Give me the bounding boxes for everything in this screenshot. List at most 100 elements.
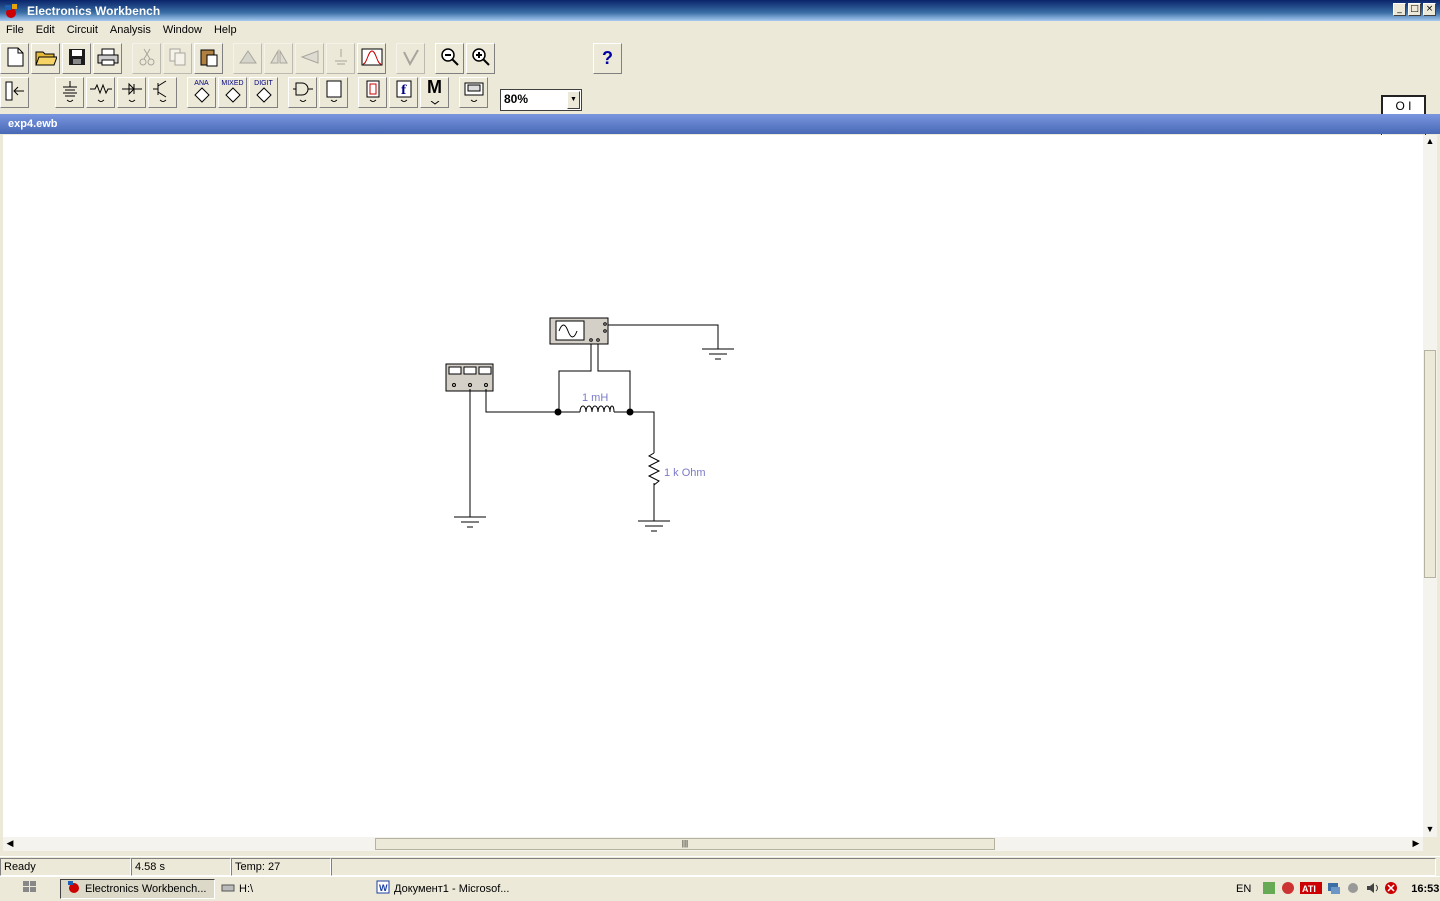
language-indicator[interactable]: EN xyxy=(1236,883,1251,895)
maximize-button[interactable]: □ xyxy=(1408,3,1421,16)
miscellaneous-bin-button[interactable]: M xyxy=(420,77,449,108)
basic-bin-button[interactable] xyxy=(86,77,115,108)
diodes-bin-button[interactable] xyxy=(117,77,146,108)
resistor-bin-icon xyxy=(89,80,113,105)
volume-icon[interactable] xyxy=(1365,881,1379,898)
minimize-button[interactable]: _ xyxy=(1393,3,1406,16)
sources-bin-icon xyxy=(59,80,81,105)
inductor[interactable] xyxy=(579,405,615,413)
mixed-ic-icon xyxy=(223,86,243,106)
horizontal-scrollbar[interactable]: ◀ ||| ▶ xyxy=(3,837,1423,851)
digital-ics-label: DIGIT xyxy=(254,79,273,87)
indicators-bin-button[interactable] xyxy=(358,77,387,108)
menu-help[interactable]: Help xyxy=(208,24,243,36)
ati-icon[interactable]: ATI xyxy=(1300,881,1323,897)
menu-window[interactable]: Window xyxy=(157,24,208,36)
clipboard-icon xyxy=(200,47,218,70)
document-title-bar[interactable]: exp4.ewb xyxy=(0,114,1440,134)
mixed-ics-bin-button[interactable]: MIXED xyxy=(218,77,247,108)
svg-text:ATI: ATI xyxy=(1302,884,1316,894)
scroll-down-icon[interactable]: ▼ xyxy=(1423,823,1437,837)
help-button[interactable]: ? xyxy=(593,43,622,74)
scroll-right-icon[interactable]: ▶ xyxy=(1409,837,1423,851)
ground-symbol[interactable] xyxy=(454,516,486,528)
menu-bar: File Edit Circuit Analysis Window Help xyxy=(0,21,1440,39)
menu-analysis[interactable]: Analysis xyxy=(104,24,157,36)
counter-ic-icon xyxy=(323,80,345,105)
printer-icon xyxy=(97,48,119,69)
menu-file[interactable]: File xyxy=(0,24,30,36)
zoom-out-button[interactable] xyxy=(435,43,464,74)
taskbar-task-explorer[interactable]: H:\ xyxy=(215,879,370,899)
new-file-button[interactable] xyxy=(0,43,29,74)
vertical-scroll-thumb[interactable] xyxy=(1424,350,1436,578)
flip-vertical-button[interactable] xyxy=(295,43,324,74)
circuit-canvas[interactable]: 1 mH 1 k Ohm xyxy=(3,135,1423,837)
analog-ic-icon xyxy=(192,86,212,106)
subcircuit-button[interactable] xyxy=(326,43,355,74)
function-generator[interactable] xyxy=(445,363,494,392)
horizontal-scroll-thumb[interactable]: ||| xyxy=(375,838,995,850)
instrument-icon xyxy=(463,80,485,105)
misc-label: M xyxy=(427,76,442,97)
junction-node xyxy=(626,408,634,416)
main-toolbar: 80% ▼ ? O I Pause xyxy=(0,43,1426,151)
transistor-bin-icon xyxy=(152,80,174,105)
network-icon[interactable] xyxy=(1327,881,1341,898)
status-extra xyxy=(331,857,1436,876)
ground-symbol[interactable] xyxy=(702,348,734,360)
tray-app-icon[interactable] xyxy=(1281,881,1295,898)
flip-horizontal-icon xyxy=(269,49,289,68)
mixed-ics-label: MIXED xyxy=(221,79,244,87)
digital-bin-button[interactable] xyxy=(319,77,348,108)
instruments-bin-button[interactable] xyxy=(459,77,488,108)
resistor[interactable] xyxy=(647,452,661,486)
taskbar-task-ewb[interactable]: Electronics Workbench... xyxy=(60,878,215,899)
status-bar: Ready 4.58 s Temp: 27 xyxy=(0,856,1440,876)
save-button[interactable] xyxy=(62,43,91,74)
word-doc-icon: W xyxy=(376,880,390,897)
flip-vertical-icon xyxy=(300,49,320,68)
new-file-icon xyxy=(6,47,24,70)
task-label: Electronics Workbench... xyxy=(85,882,207,895)
scroll-up-icon[interactable]: ▲ xyxy=(1423,135,1437,149)
scroll-left-icon[interactable]: ◀ xyxy=(3,837,17,851)
copy-button[interactable] xyxy=(163,43,192,74)
zoom-in-button[interactable] xyxy=(466,43,495,74)
title-bar[interactable]: Electronics Workbench _ □ × xyxy=(0,0,1440,21)
graph-button[interactable] xyxy=(357,43,386,74)
menu-circuit[interactable]: Circuit xyxy=(61,24,104,36)
rotate-icon xyxy=(238,49,258,68)
cut-button[interactable] xyxy=(132,43,161,74)
clock[interactable]: 16:53 xyxy=(1411,883,1439,895)
taskbar-task-word[interactable]: W Документ1 - Microsof... xyxy=(370,879,530,899)
close-button[interactable]: × xyxy=(1423,3,1436,16)
parts-bin-toolbar: ANA MIXED DIGIT f M xyxy=(0,77,1370,112)
transistors-bin-button[interactable] xyxy=(148,77,177,108)
sources-bin-button[interactable] xyxy=(55,77,84,108)
menu-edit[interactable]: Edit xyxy=(30,24,61,36)
ground-symbol[interactable] xyxy=(638,520,670,532)
resistor-label: 1 k Ohm xyxy=(664,467,706,479)
vertical-scrollbar[interactable]: ▲ ▼ xyxy=(1423,135,1437,837)
component-properties-button[interactable] xyxy=(396,43,425,74)
tray-app-icon[interactable] xyxy=(1262,881,1276,898)
favorites-bin-button[interactable] xyxy=(0,77,29,108)
tray-app-icon[interactable] xyxy=(1346,881,1360,898)
status-state: Ready xyxy=(0,857,131,876)
controls-bin-button[interactable]: f xyxy=(389,77,418,108)
status-time: 4.58 s xyxy=(131,857,231,876)
app-window: Electronics Workbench _ □ × File Edit Ci… xyxy=(0,0,1440,900)
analog-ics-bin-button[interactable]: ANA xyxy=(187,77,216,108)
flip-horizontal-button[interactable] xyxy=(264,43,293,74)
oscilloscope[interactable] xyxy=(549,317,609,345)
rotate-button[interactable] xyxy=(233,43,262,74)
logic-gates-bin-button[interactable] xyxy=(288,77,317,108)
security-alert-icon[interactable] xyxy=(1384,881,1398,898)
print-button[interactable] xyxy=(93,43,122,74)
paste-button[interactable] xyxy=(194,43,223,74)
digital-ics-bin-button[interactable]: DIGIT xyxy=(249,77,278,108)
open-file-button[interactable] xyxy=(31,43,60,74)
subcircuit-icon xyxy=(331,48,351,69)
start-button[interactable] xyxy=(0,879,60,899)
